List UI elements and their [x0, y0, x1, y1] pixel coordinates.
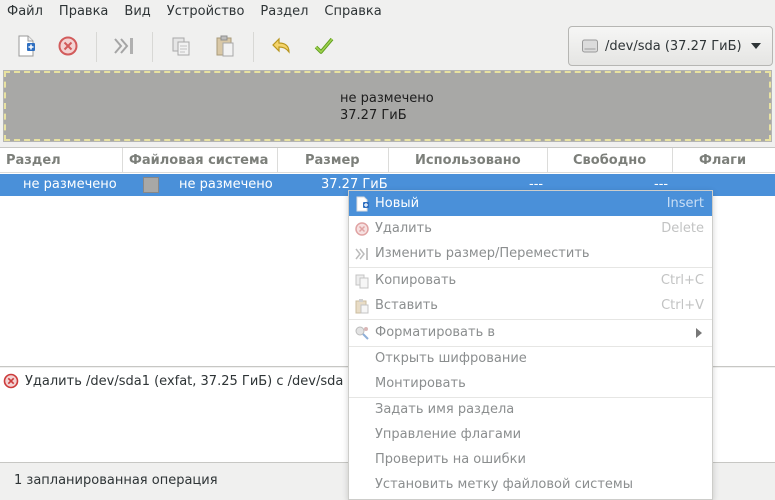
menu-file[interactable]: Файл [0, 0, 51, 24]
graph-partition-size: 37.27 ГиБ [340, 108, 407, 123]
table-header: Раздел Файловая система Размер Использов… [0, 148, 775, 173]
menu-item-label: Форматировать в [375, 325, 496, 340]
new-document-icon [18, 35, 35, 57]
resize-move-icon [114, 38, 133, 54]
menu-device[interactable]: Устройство [159, 0, 253, 24]
column-header-used[interactable]: Использовано [389, 148, 548, 173]
submenu-arrow-icon [696, 328, 702, 338]
menu-help[interactable]: Справка [316, 0, 389, 24]
operation-text: Удалить /dev/sda1 (exfat, 37.25 ГиБ) с /… [25, 373, 344, 389]
menu-item-accel: Insert [666, 196, 704, 211]
device-selector[interactable]: /dev/sda (37.27 ГиБ) [568, 26, 773, 66]
menu-item-paste[interactable]: Вставить Ctrl+V [349, 293, 712, 318]
graph-partition-name: не размечено [340, 91, 434, 106]
column-header-flags[interactable]: Флаги [673, 148, 775, 173]
column-header-filesystem[interactable]: Файловая система [123, 148, 278, 173]
menu-item-accel: Delete [661, 221, 704, 236]
column-header-partition[interactable]: Раздел [0, 148, 123, 173]
checkmark-icon [314, 37, 334, 54]
copy-button[interactable] [165, 32, 197, 60]
chevron-down-icon [751, 43, 761, 49]
new-partition-button[interactable] [10, 32, 42, 60]
list-item[interactable]: Удалить /dev/sda1 (exfat, 37.25 ГиБ) с /… [3, 373, 343, 389]
delete-partition-button[interactable] [52, 32, 84, 60]
menubar: Файл Правка Вид Устройство Раздел Справк… [0, 0, 775, 24]
undo-button[interactable] [266, 32, 298, 60]
cell-partition: не размечено [23, 177, 117, 192]
column-header-size[interactable]: Размер [278, 148, 389, 173]
device-label: /dev/sda (37.27 ГиБ) [605, 38, 742, 54]
menu-item-label: Открыть шифрование [375, 351, 527, 366]
menu-item-label: Изменить размер/Переместить [375, 246, 590, 261]
column-header-free[interactable]: Свободно [548, 148, 673, 173]
context-menu: Новый Insert Удалить Delete Изменить раз… [348, 190, 713, 500]
menu-item-label: Задать имя раздела [375, 402, 515, 417]
paste-icon [355, 299, 369, 314]
menu-view[interactable]: Вид [116, 0, 158, 24]
delete-icon [355, 222, 369, 236]
apply-button[interactable] [308, 32, 340, 60]
undo-icon [272, 37, 290, 54]
menu-item-label: Управление флагами [375, 427, 522, 442]
menu-item-label: Проверить на ошибки [375, 452, 526, 467]
menu-item-mount[interactable]: Монтировать [349, 371, 712, 396]
menu-item-check-errors[interactable]: Проверить на ошибки [349, 447, 712, 472]
menu-item-label: Установить метку файловой системы [375, 477, 633, 492]
menu-item-label: Удалить [375, 221, 432, 236]
format-icon [355, 326, 369, 340]
copy-icon [172, 37, 190, 56]
menu-partition[interactable]: Раздел [252, 0, 316, 24]
menu-edit[interactable]: Правка [51, 0, 116, 24]
filesystem-color-swatch [143, 177, 159, 193]
status-text: 1 запланированная операция [14, 473, 218, 488]
menu-item-resize-move[interactable]: Изменить размер/Переместить [349, 241, 712, 266]
menu-item-label: Копировать [375, 273, 457, 288]
resize-move-icon [355, 248, 368, 260]
menu-item-copy[interactable]: Копировать Ctrl+C [349, 268, 712, 293]
menu-item-label: Новый [375, 196, 420, 211]
menu-item-set-partition-name[interactable]: Задать имя раздела [349, 397, 712, 422]
menu-item-open-encryption[interactable]: Открыть шифрование [349, 346, 712, 371]
new-document-icon [356, 196, 369, 212]
toolbar-separator [152, 32, 153, 62]
menu-item-delete[interactable]: Удалить Delete [349, 216, 712, 241]
menu-item-new[interactable]: Новый Insert [349, 191, 712, 216]
delete-icon [58, 36, 78, 56]
menu-item-accel: Ctrl+C [660, 273, 704, 288]
menu-item-label: Монтировать [375, 376, 466, 391]
resize-move-button[interactable] [108, 32, 140, 60]
menu-item-manage-flags[interactable]: Управление флагами [349, 422, 712, 447]
copy-icon [355, 274, 369, 289]
harddisk-icon [582, 39, 598, 53]
toolbar-separator [253, 32, 254, 62]
paste-icon [216, 35, 234, 57]
toolbar-separator [96, 32, 97, 62]
menu-item-label: Вставить [375, 298, 438, 313]
delete-icon [3, 373, 19, 389]
menu-item-format-to[interactable]: Форматировать в [349, 320, 712, 345]
menu-item-set-fs-label[interactable]: Установить метку файловой системы [349, 472, 712, 497]
paste-button[interactable] [209, 32, 241, 60]
cell-filesystem: не размечено [179, 177, 273, 192]
menu-item-accel: Ctrl+V [661, 298, 704, 313]
disk-graph-unallocated[interactable]: не размечено 37.27 ГиБ [3, 70, 772, 142]
